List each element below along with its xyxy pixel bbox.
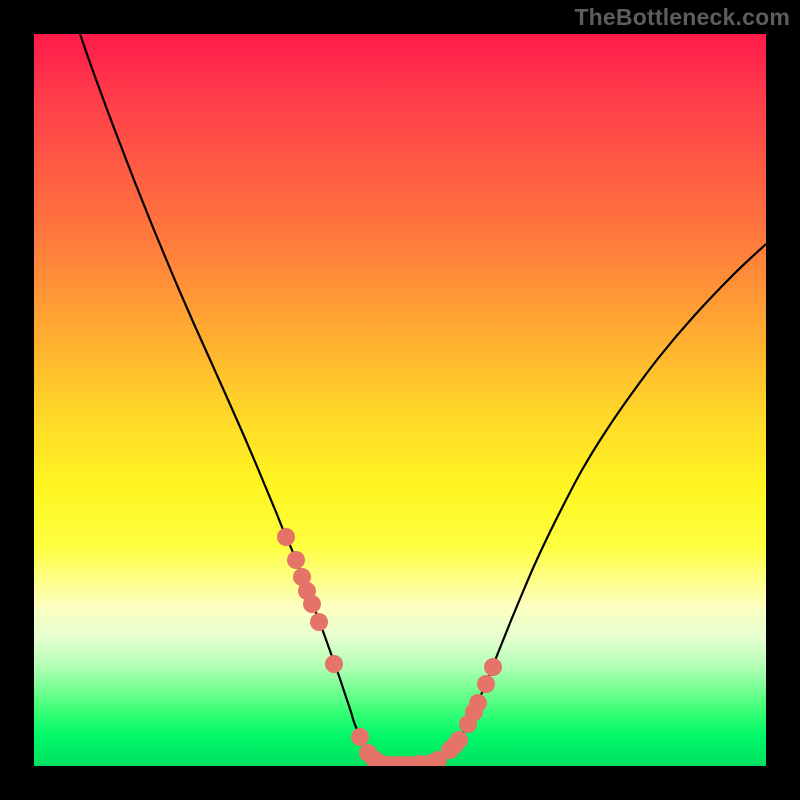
- data-markers: [277, 528, 502, 766]
- data-marker: [287, 551, 305, 569]
- data-marker: [303, 595, 321, 613]
- chart-frame: TheBottleneck.com: [0, 0, 800, 800]
- data-marker: [325, 655, 343, 673]
- data-marker: [484, 658, 502, 676]
- bottleneck-curve: [80, 34, 766, 766]
- data-marker: [310, 613, 328, 631]
- data-marker: [450, 731, 468, 749]
- chart-svg: [34, 34, 766, 766]
- watermark-text: TheBottleneck.com: [574, 4, 790, 31]
- plot-area: [34, 34, 766, 766]
- data-marker: [469, 694, 487, 712]
- data-marker: [351, 728, 369, 746]
- data-marker: [277, 528, 295, 546]
- data-marker: [477, 675, 495, 693]
